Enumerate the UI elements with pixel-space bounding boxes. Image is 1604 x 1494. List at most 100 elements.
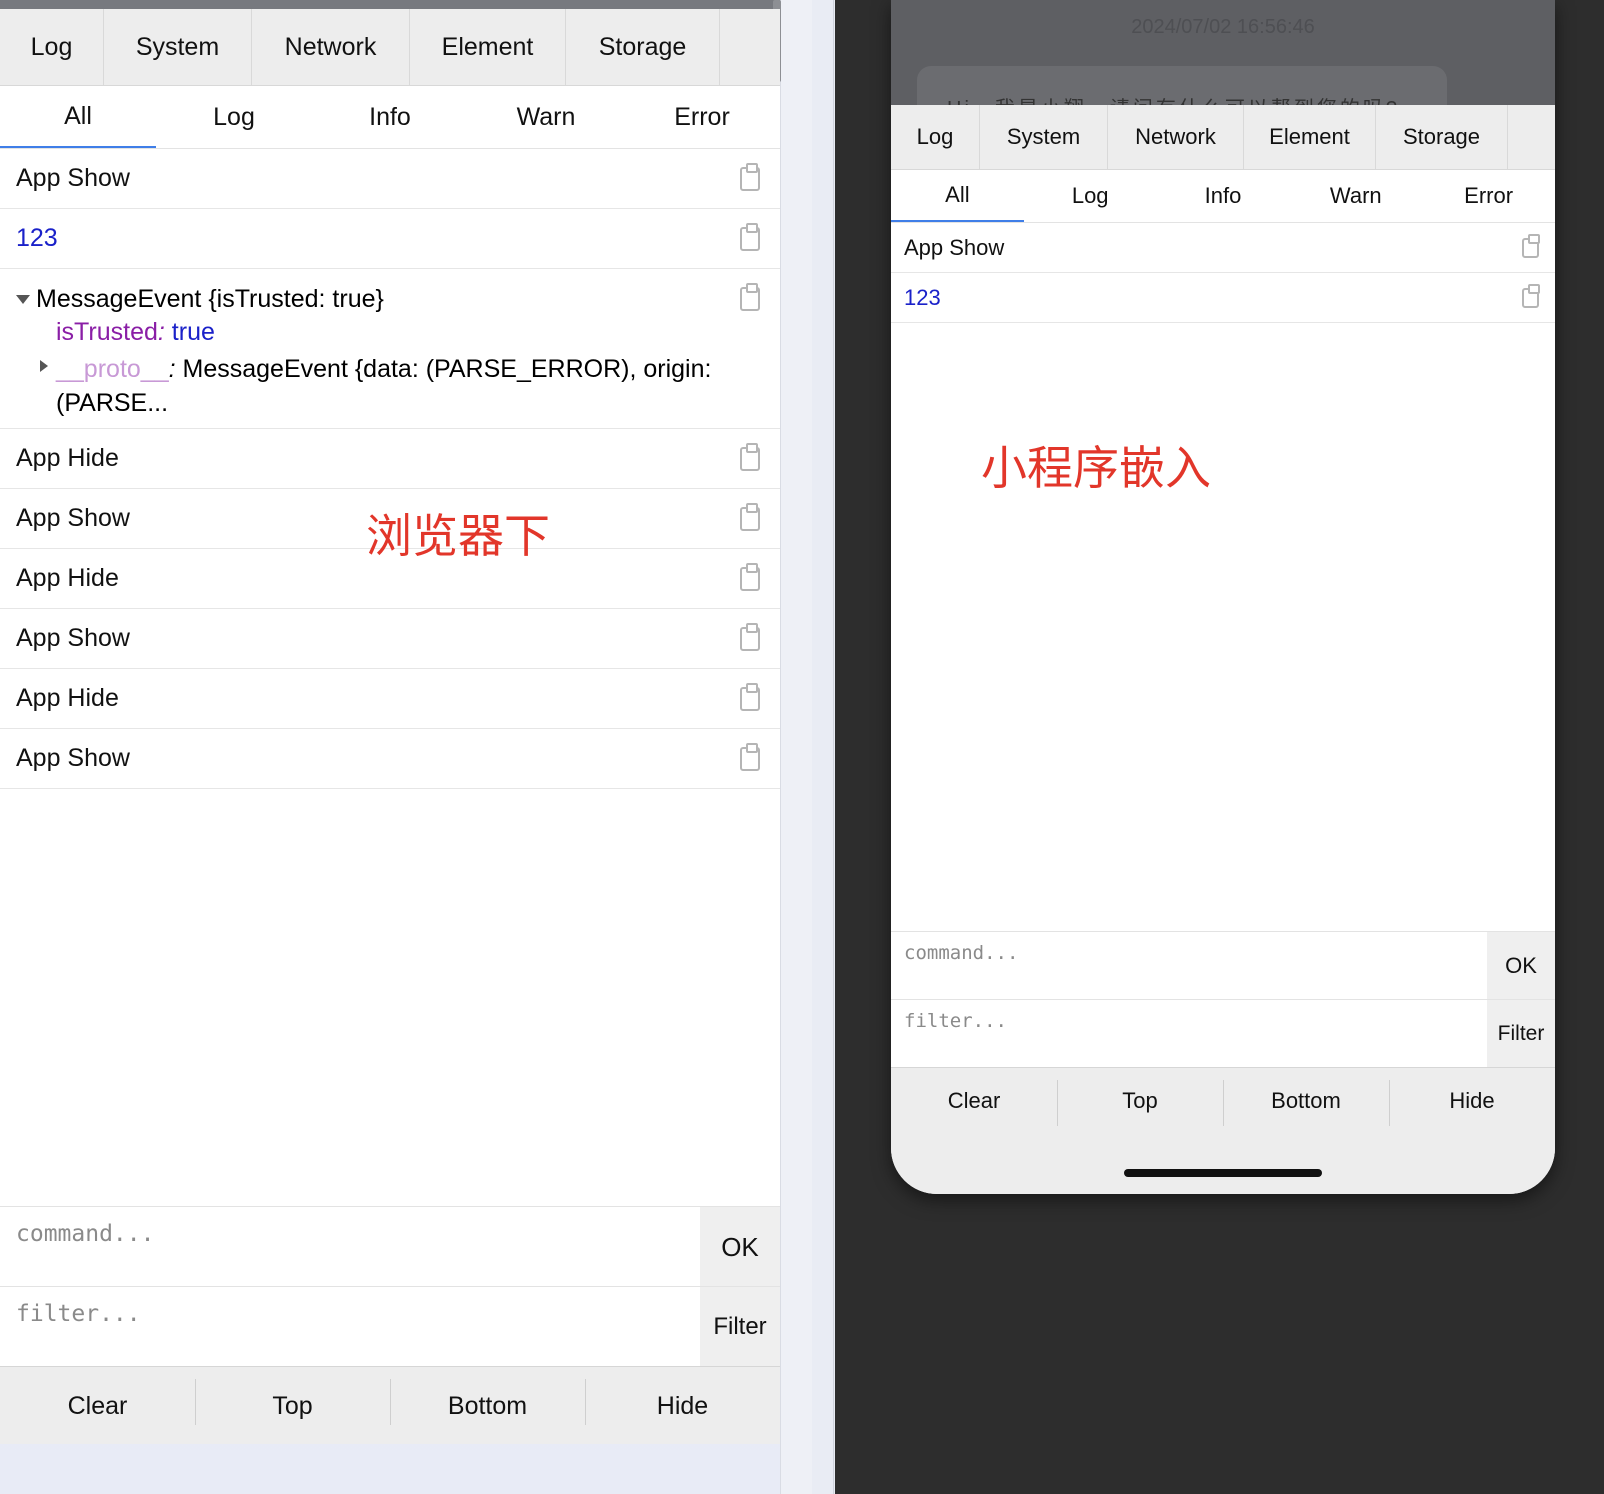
copy-icon[interactable] (740, 563, 760, 591)
filter-button[interactable]: Filter (1487, 1000, 1555, 1068)
tab-log[interactable]: Log (891, 105, 980, 169)
tab-element[interactable]: Element (1244, 105, 1376, 169)
tab-system[interactable]: System (104, 9, 252, 85)
copy-icon[interactable] (1522, 284, 1540, 308)
log-row: 123 (0, 209, 780, 269)
subtab-error[interactable]: Error (624, 86, 780, 148)
copy-icon[interactable] (740, 503, 760, 531)
tab-network[interactable]: Network (1108, 105, 1244, 169)
prop-value: true (171, 318, 215, 346)
prop-line-istrusted: isTrusted: true (56, 318, 215, 347)
clear-button[interactable]: Clear (891, 1068, 1057, 1194)
log-text: App Hide (16, 444, 119, 472)
copy-icon[interactable] (740, 443, 760, 471)
filter-row: filter... Filter (891, 999, 1555, 1068)
prop-separator: : (157, 318, 165, 346)
vconsole-panel-phone: Log System Network Element Storage All L… (891, 105, 1555, 323)
prop-key: isTrusted (56, 318, 158, 346)
top-button[interactable]: Top (195, 1367, 390, 1444)
subtab-error[interactable]: Error (1422, 170, 1555, 222)
command-input[interactable]: command... (904, 942, 1018, 964)
home-indicator[interactable] (1124, 1169, 1322, 1177)
ok-button[interactable]: OK (1487, 932, 1555, 1000)
log-text: App Hide (16, 684, 119, 712)
subtab-warn[interactable]: Warn (1289, 170, 1422, 222)
tab-system[interactable]: System (980, 105, 1108, 169)
hide-button[interactable]: Hide (1389, 1068, 1555, 1194)
subtab-log[interactable]: Log (156, 86, 312, 148)
log-text: App Show (16, 624, 130, 652)
log-level-tabs: All Log Info Warn Error (0, 86, 780, 149)
log-list: App Show 123 MessageEvent {isTrusted: tr… (0, 149, 780, 789)
subtab-info[interactable]: Info (312, 86, 468, 148)
tab-network[interactable]: Network (252, 9, 410, 85)
panel-tabs: Log System Network Element Storage (0, 9, 780, 86)
log-row: 123 (891, 273, 1555, 323)
tab-storage[interactable]: Storage (566, 9, 720, 85)
proto-separator: : (168, 355, 176, 383)
message-event-summary[interactable]: MessageEvent {isTrusted: true} (36, 285, 384, 314)
log-number: 123 (16, 224, 58, 252)
chat-timestamp: 2024/07/02 16:56:46 (1131, 16, 1315, 38)
chat-bubble: Hi，我是小翔，请问有什么可以帮到您的吗? (917, 66, 1447, 105)
filter-button[interactable]: Filter (700, 1287, 780, 1367)
subtab-warn[interactable]: Warn (468, 86, 624, 148)
bottom-button[interactable]: Bottom (390, 1367, 585, 1444)
log-number: 123 (904, 284, 941, 310)
window-divider (812, 0, 834, 1494)
copy-icon[interactable] (1522, 234, 1540, 258)
log-row: App Hide (0, 429, 780, 489)
copy-icon[interactable] (740, 223, 760, 251)
proto-value-continued: (PARSE... (56, 389, 169, 417)
log-text: App Show (904, 234, 1005, 260)
log-row-message-event: MessageEvent {isTrusted: true} isTrusted… (0, 269, 780, 429)
hide-button[interactable]: Hide (585, 1367, 780, 1444)
proto-line: __proto__: MessageEvent {data: (PARSE_ER… (56, 352, 756, 420)
clear-button[interactable]: Clear (0, 1367, 195, 1444)
command-input[interactable]: command... (16, 1221, 154, 1247)
panel-tabs: Log System Network Element Storage (891, 105, 1555, 170)
copy-icon[interactable] (740, 623, 760, 651)
filter-row: filter... Filter (0, 1286, 780, 1367)
log-text: App Show (16, 164, 130, 192)
copy-icon[interactable] (740, 283, 760, 311)
log-row: App Show (0, 729, 780, 789)
copy-icon[interactable] (740, 743, 760, 771)
log-row: App Show (0, 149, 780, 209)
bottom-toolbar: Clear Top Bottom Hide (0, 1366, 780, 1444)
copy-icon[interactable] (740, 163, 760, 191)
subtab-log[interactable]: Log (1024, 170, 1157, 222)
ok-button[interactable]: OK (700, 1207, 780, 1287)
log-text: App Show (16, 504, 130, 532)
log-text: App Hide (16, 564, 119, 592)
command-row: command... OK (891, 931, 1555, 1000)
subtab-info[interactable]: Info (1157, 170, 1290, 222)
tab-storage[interactable]: Storage (1376, 105, 1508, 169)
chat-overlay: 2024/07/02 16:56:46 Hi，我是小翔，请问有什么可以帮到您的吗… (891, 0, 1555, 105)
command-row: command... OK (0, 1206, 780, 1287)
subtab-all[interactable]: All (891, 170, 1024, 222)
filter-input[interactable]: filter... (904, 1010, 1007, 1032)
log-row: App Show (891, 223, 1555, 273)
proto-key[interactable]: __proto__ (56, 355, 169, 383)
browser-top-strip (0, 0, 780, 9)
tab-overflow (720, 9, 780, 85)
phone-frame: 2024/07/02 16:56:46 Hi，我是小翔，请问有什么可以帮到您的吗… (891, 0, 1555, 1194)
expand-triangle-icon[interactable] (40, 360, 48, 372)
log-row: App Show (0, 609, 780, 669)
collapse-triangle-icon[interactable] (16, 295, 30, 304)
annotation-browser: 浏览器下 (366, 509, 550, 563)
browser-scrollbar-track[interactable] (780, 0, 812, 1494)
filter-input[interactable]: filter... (16, 1301, 141, 1327)
annotation-phone: 小程序嵌入 (981, 441, 1211, 495)
proto-value: MessageEvent {data: (PARSE_ERROR), origi… (182, 355, 712, 383)
log-level-tabs: All Log Info Warn Error (891, 170, 1555, 223)
subtab-all[interactable]: All (0, 86, 156, 148)
vconsole-panel-browser: Log System Network Element Storage All L… (0, 9, 780, 1444)
tab-element[interactable]: Element (410, 9, 566, 85)
log-text: App Show (16, 744, 130, 772)
tab-log[interactable]: Log (0, 9, 104, 85)
tab-overflow (1508, 105, 1555, 169)
chat-bubble-text: Hi，我是小翔，请问有什么可以帮到您的吗? (947, 92, 1400, 105)
copy-icon[interactable] (740, 683, 760, 711)
